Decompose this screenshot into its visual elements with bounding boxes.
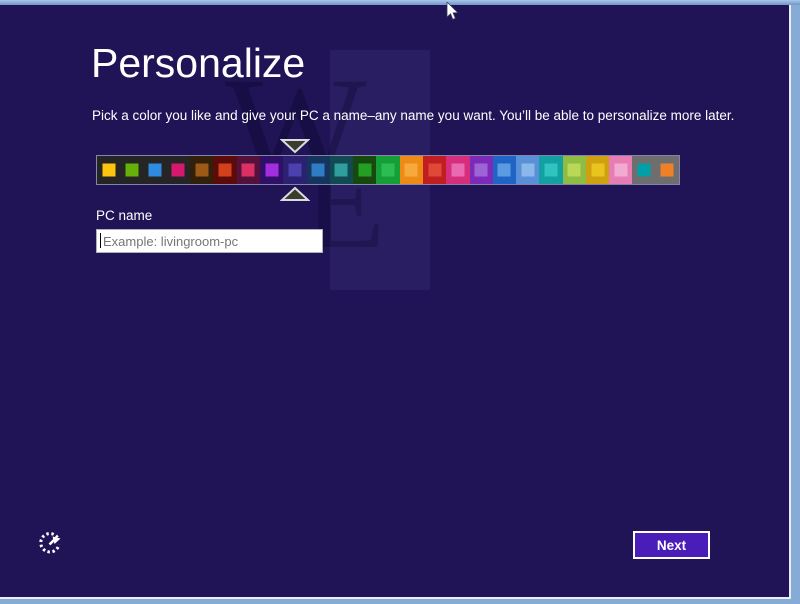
color-swatch (661, 164, 674, 177)
color-option-13[interactable] (376, 156, 399, 184)
color-swatch (288, 164, 301, 177)
color-option-8[interactable] (260, 156, 283, 184)
color-option-20[interactable] (539, 156, 562, 184)
color-swatch (312, 164, 325, 177)
color-swatch (475, 164, 488, 177)
color-option-21[interactable] (563, 156, 586, 184)
color-swatch (498, 164, 511, 177)
color-slider[interactable] (96, 155, 680, 185)
color-option-23[interactable] (609, 156, 632, 184)
color-swatch (149, 164, 162, 177)
color-swatch (591, 164, 604, 177)
color-option-15[interactable] (423, 156, 446, 184)
color-swatch (405, 164, 418, 177)
color-swatch (102, 164, 115, 177)
window-frame-bottom (0, 599, 791, 604)
color-option-2[interactable] (120, 156, 143, 184)
personalize-screen: { "page": { "title": "Personalize", "sub… (0, 0, 800, 604)
color-swatch (172, 164, 185, 177)
next-button[interactable]: Next (633, 531, 710, 559)
color-option-25[interactable] (656, 156, 679, 184)
color-option-10[interactable] (307, 156, 330, 184)
color-swatch (382, 164, 395, 177)
color-slider-wrap (96, 155, 680, 185)
color-swatch (614, 164, 627, 177)
color-option-6[interactable] (213, 156, 236, 184)
color-swatch (568, 164, 581, 177)
color-option-7[interactable] (237, 156, 260, 184)
color-option-18[interactable] (493, 156, 516, 184)
color-swatch (428, 164, 441, 177)
color-swatch (521, 164, 534, 177)
pc-name-label: PC name (96, 208, 152, 223)
color-option-11[interactable] (330, 156, 353, 184)
color-option-3[interactable] (144, 156, 167, 184)
page-title: Personalize (91, 40, 305, 87)
color-swatch (242, 164, 255, 177)
color-option-5[interactable] (190, 156, 213, 184)
mouse-cursor-icon (446, 2, 460, 22)
slider-marker-top-icon[interactable] (280, 138, 310, 154)
window-frame-top (0, 0, 800, 5)
pc-name-input[interactable] (96, 229, 323, 253)
color-swatch (219, 164, 232, 177)
color-option-4[interactable] (167, 156, 190, 184)
color-option-9-selected[interactable] (283, 156, 306, 184)
color-option-19[interactable] (516, 156, 539, 184)
color-swatch (544, 164, 557, 177)
color-option-24[interactable] (632, 156, 655, 184)
color-option-16[interactable] (446, 156, 469, 184)
ease-of-access-icon[interactable] (36, 531, 63, 558)
window-frame-right (791, 5, 800, 604)
color-option-1[interactable] (97, 156, 120, 184)
color-swatch (265, 164, 278, 177)
color-swatch (358, 164, 371, 177)
color-swatch (638, 164, 651, 177)
slider-marker-bottom-icon[interactable] (280, 186, 310, 202)
color-option-17[interactable] (470, 156, 493, 184)
color-swatch (335, 164, 348, 177)
text-caret (100, 233, 101, 248)
color-swatch (195, 164, 208, 177)
color-option-14[interactable] (400, 156, 423, 184)
color-swatch (125, 164, 138, 177)
color-swatch (451, 164, 464, 177)
color-option-12[interactable] (353, 156, 376, 184)
color-option-22[interactable] (586, 156, 609, 184)
page-subtitle: Pick a color you like and give your PC a… (92, 108, 734, 123)
